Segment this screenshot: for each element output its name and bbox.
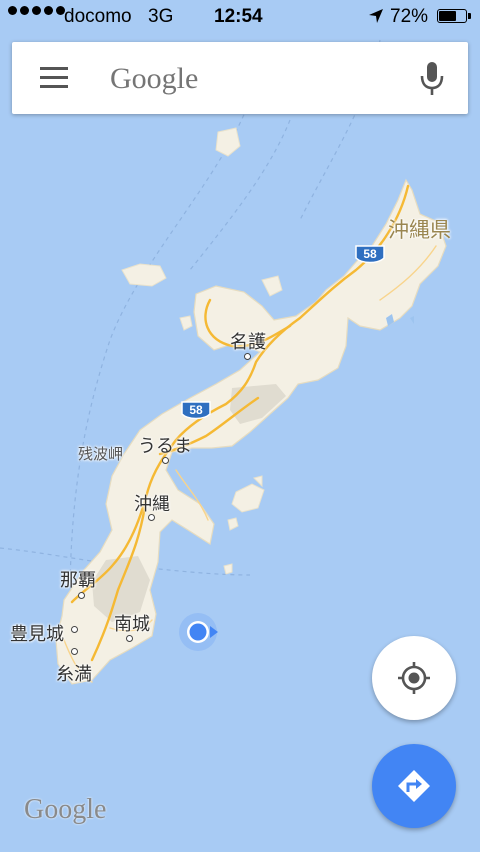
current-location-marker bbox=[176, 612, 220, 652]
place-label-zanpa[interactable]: 残波岬 bbox=[78, 443, 123, 464]
clock: 12:54 bbox=[214, 6, 263, 27]
my-location-button[interactable] bbox=[372, 636, 456, 720]
place-label-okinawa[interactable]: 沖縄 bbox=[134, 490, 170, 516]
town-dot-itoman bbox=[71, 648, 78, 655]
battery-fill bbox=[439, 11, 456, 21]
status-bar: docomo 3G 12:54 72% bbox=[0, 0, 480, 34]
town-dot-uruma bbox=[162, 457, 169, 464]
battery-percent: 72% bbox=[390, 6, 429, 27]
directions-button[interactable] bbox=[372, 744, 456, 828]
place-label-itoman[interactable]: 糸満 bbox=[56, 660, 92, 686]
town-dot-naha bbox=[78, 592, 85, 599]
hamburger-menu-icon[interactable] bbox=[40, 67, 68, 89]
signal-strength-icon bbox=[8, 6, 65, 15]
place-label-uruma[interactable]: うるま bbox=[138, 432, 192, 458]
town-dot-nago bbox=[244, 353, 251, 360]
route-58-shield-central: 58 bbox=[180, 400, 212, 422]
prefecture-label: 沖縄県 bbox=[388, 218, 451, 242]
google-watermark: Google bbox=[24, 794, 107, 825]
search-bar[interactable] bbox=[12, 42, 468, 114]
search-input[interactable] bbox=[108, 60, 412, 98]
place-label-nago[interactable]: 名護 bbox=[230, 328, 266, 354]
place-label-tomigusuku[interactable]: 豊見城 bbox=[10, 620, 64, 646]
network-type: 3G bbox=[148, 6, 174, 27]
battery-icon bbox=[437, 9, 471, 23]
microphone-icon[interactable] bbox=[416, 60, 448, 98]
town-dot-okinawa bbox=[148, 514, 155, 521]
place-label-naha[interactable]: 那覇 bbox=[60, 566, 96, 592]
town-dot-nanjo bbox=[126, 635, 133, 642]
place-label-nanjo[interactable]: 南城 bbox=[114, 610, 150, 636]
directions-icon bbox=[398, 770, 430, 802]
my-location-icon bbox=[398, 662, 430, 694]
town-dot-tomigusuku bbox=[71, 626, 78, 633]
map-canvas[interactable] bbox=[0, 0, 480, 852]
location-arrow-icon bbox=[369, 9, 383, 23]
carrier-name: docomo bbox=[64, 6, 132, 27]
route-58-shield-north: 58 bbox=[354, 244, 386, 266]
